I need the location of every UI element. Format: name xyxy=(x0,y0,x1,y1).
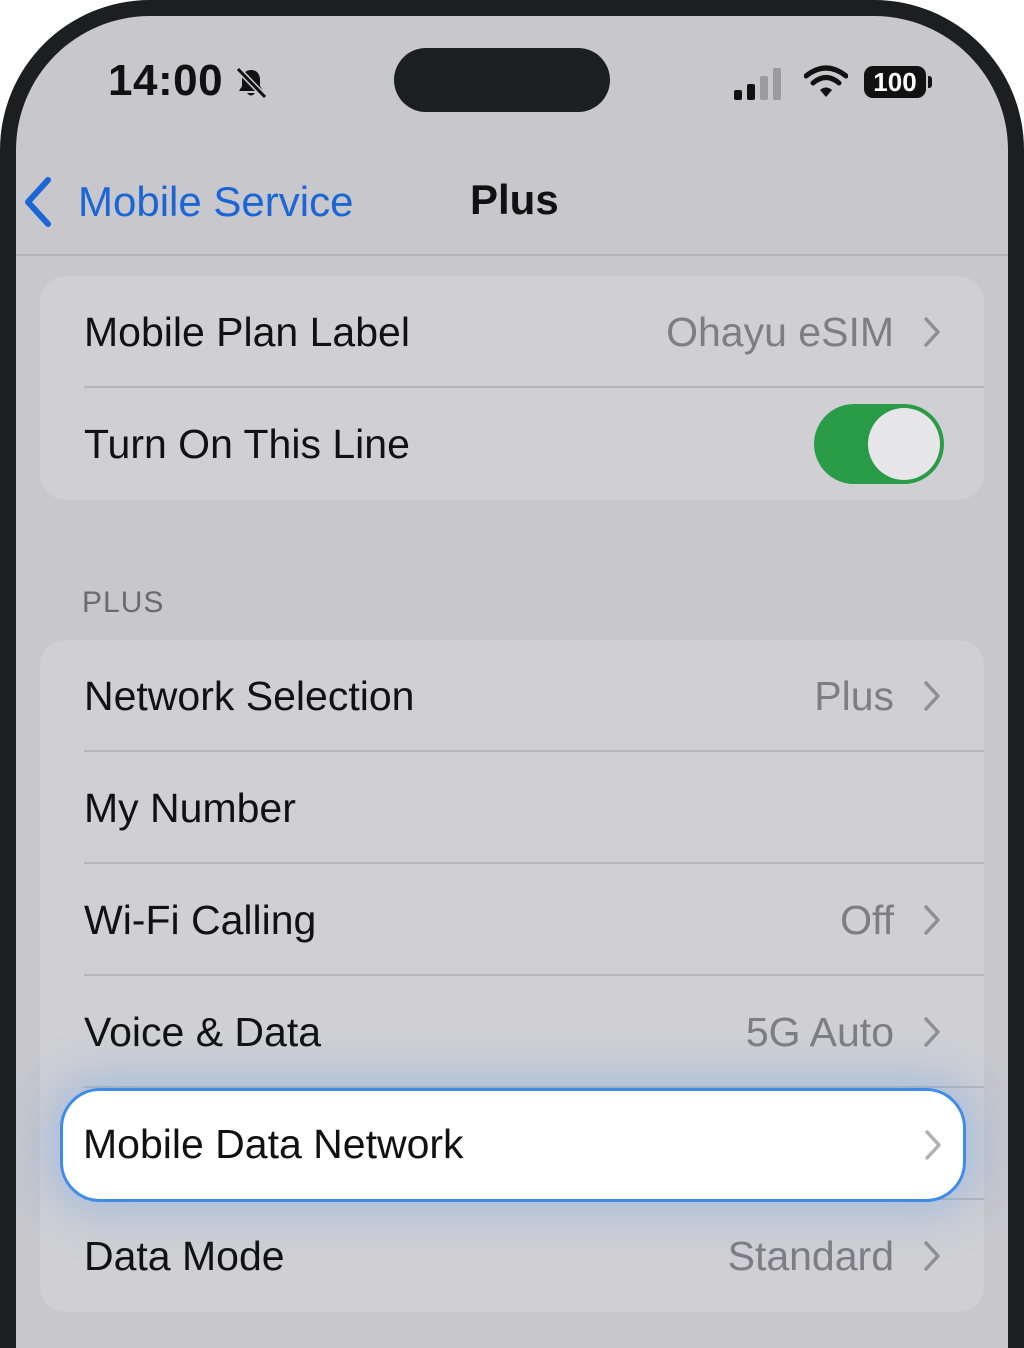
back-button-label: Mobile Service xyxy=(78,178,354,225)
row-label: Mobile Plan Label xyxy=(84,308,410,355)
cellular-signal-icon xyxy=(734,68,781,100)
row-value: Plus xyxy=(814,672,894,719)
chevron-left-icon xyxy=(25,177,51,227)
navigation-bar: Mobile Service Plus xyxy=(16,146,1008,256)
chevron-right-icon xyxy=(924,905,940,935)
row-label: My Number xyxy=(84,784,296,831)
row-label: Mobile Data Network xyxy=(83,1121,464,1167)
page-title: Plus xyxy=(470,176,559,223)
screen: 14:00 100 Mobile Service Plus Mobile Pla… xyxy=(16,16,1008,1348)
row-my-number[interactable]: My Number xyxy=(40,752,984,864)
row-value: Off xyxy=(840,896,894,943)
row-value: 5G Auto xyxy=(745,1008,894,1055)
status-bar: 14:00 100 xyxy=(16,16,1008,146)
turn-on-line-toggle[interactable] xyxy=(814,404,944,484)
chevron-right-icon xyxy=(924,1017,940,1047)
row-value: Standard xyxy=(727,1232,894,1279)
row-network-selection[interactable]: Network Selection Plus xyxy=(40,640,984,752)
row-wifi-calling[interactable]: Wi-Fi Calling Off xyxy=(40,864,984,976)
settings-group-line: Mobile Plan Label Ohayu eSIM Turn On Thi… xyxy=(40,276,984,500)
battery-level: 100 xyxy=(864,66,926,98)
row-label: Voice & Data xyxy=(84,1008,322,1055)
row-label: Wi-Fi Calling xyxy=(84,896,317,943)
battery-nub xyxy=(928,76,932,88)
row-label: Data Mode xyxy=(84,1232,285,1279)
row-value: Ohayu eSIM xyxy=(666,308,894,355)
chevron-right-icon xyxy=(924,317,940,347)
settings-group-plus: Network Selection Plus My Number Wi-Fi C… xyxy=(40,640,984,1312)
bell-slash-icon xyxy=(235,66,268,100)
row-voice-and-data[interactable]: Voice & Data 5G Auto xyxy=(40,976,984,1088)
chevron-right-icon xyxy=(924,1241,940,1271)
row-label: Network Selection xyxy=(84,672,415,719)
row-mobile-plan-label[interactable]: Mobile Plan Label Ohayu eSIM xyxy=(40,276,984,388)
chevron-right-icon xyxy=(925,1130,941,1160)
wifi-icon xyxy=(804,65,848,97)
row-mobile-data-network[interactable]: Mobile Data Network xyxy=(60,1088,966,1202)
back-button[interactable]: Mobile Service xyxy=(22,174,353,230)
battery-icon: 100 xyxy=(864,66,934,100)
toggle-knob xyxy=(868,408,940,480)
row-label: Turn On This Line xyxy=(84,420,410,467)
status-time: 14:00 xyxy=(108,56,224,105)
section-header: PLUS xyxy=(82,586,165,619)
row-turn-on-this-line: Turn On This Line xyxy=(40,388,984,500)
dynamic-island xyxy=(394,48,610,112)
row-data-mode[interactable]: Data Mode Standard xyxy=(40,1200,984,1312)
device-frame: 14:00 100 Mobile Service Plus Mobile Pla… xyxy=(0,0,1024,1348)
chevron-right-icon xyxy=(924,681,940,711)
